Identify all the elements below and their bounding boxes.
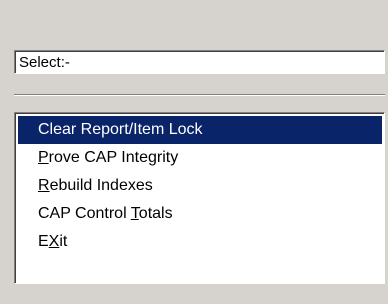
menu-list[interactable]: Clear Report/Item Lock Prove CAP Integri…	[14, 112, 385, 284]
menu-item-label: EXit	[38, 233, 68, 250]
menu-item-label: Clear Report/Item Lock	[38, 121, 203, 138]
menu-item-label: CAP Control Totals	[38, 205, 173, 222]
divider	[14, 94, 385, 96]
menu-item-rebuild-indexes[interactable]: Rebuild Indexes	[18, 172, 382, 200]
menu-item-clear-report-item-lock[interactable]: Clear Report/Item Lock	[18, 116, 382, 144]
select-field[interactable]: Select:-	[14, 50, 385, 74]
menu-item-cap-control-totals[interactable]: CAP Control Totals	[18, 200, 382, 228]
select-field-value: Select:-	[19, 54, 70, 71]
menu-item-exit[interactable]: EXit	[18, 228, 382, 256]
menu-item-label: Prove CAP Integrity	[38, 149, 179, 166]
menu-item-prove-cap-integrity[interactable]: Prove CAP Integrity	[18, 144, 382, 172]
menu-item-label: Rebuild Indexes	[38, 177, 153, 194]
